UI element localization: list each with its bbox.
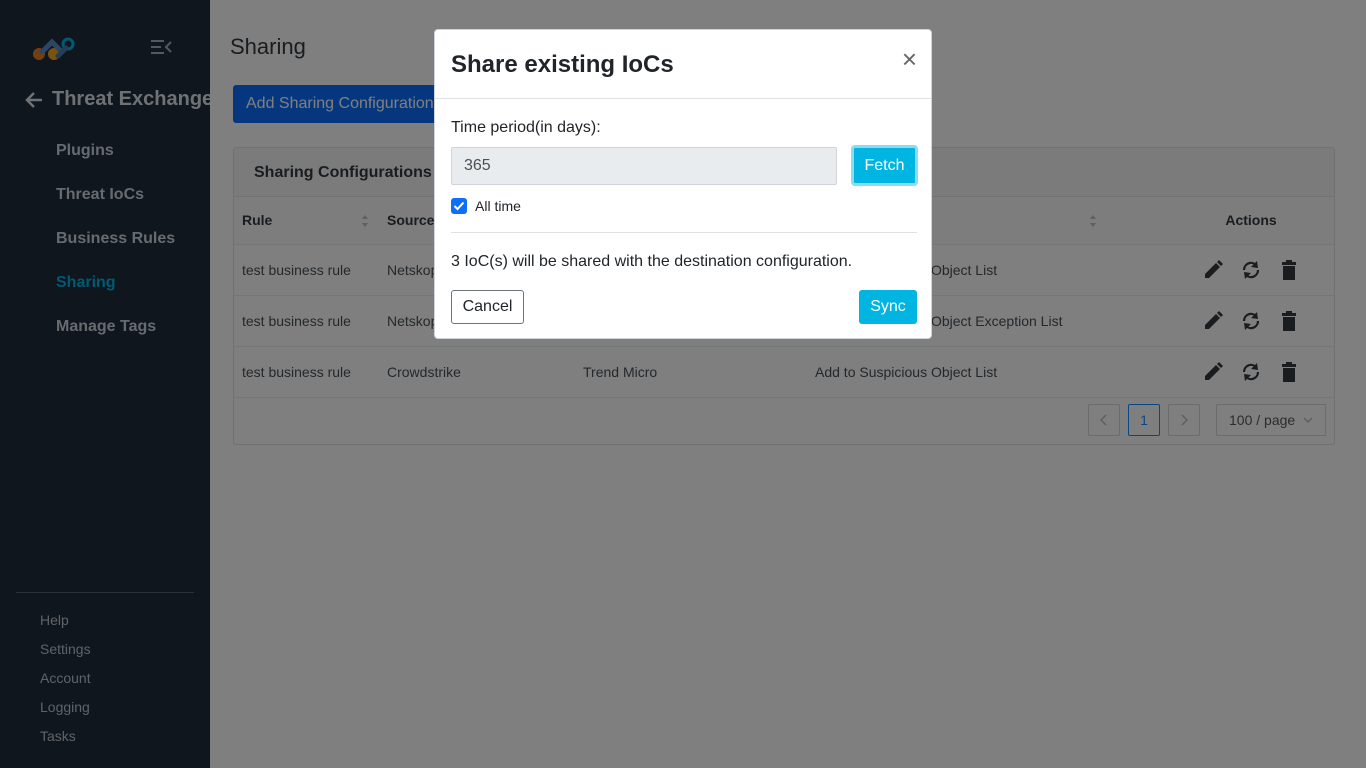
close-icon[interactable]: ×	[902, 46, 917, 72]
time-period-input[interactable]	[451, 147, 837, 185]
modal-header: Share existing IoCs ×	[435, 30, 931, 99]
share-info-text: 3 IoC(s) will be shared with the destina…	[451, 253, 853, 270]
sync-button[interactable]: Sync	[859, 290, 917, 324]
checkmark-icon	[453, 201, 465, 211]
fetch-button[interactable]: Fetch	[851, 145, 918, 186]
modal-title: Share existing IoCs	[451, 51, 674, 78]
all-time-checkbox[interactable]	[451, 198, 467, 214]
cancel-button[interactable]: Cancel	[451, 290, 524, 324]
modal-divider	[451, 232, 917, 233]
share-iocs-modal: Share existing IoCs × Time period(in day…	[434, 29, 932, 339]
time-period-label: Time period(in days):	[451, 119, 601, 136]
all-time-label[interactable]: All time	[475, 198, 521, 214]
